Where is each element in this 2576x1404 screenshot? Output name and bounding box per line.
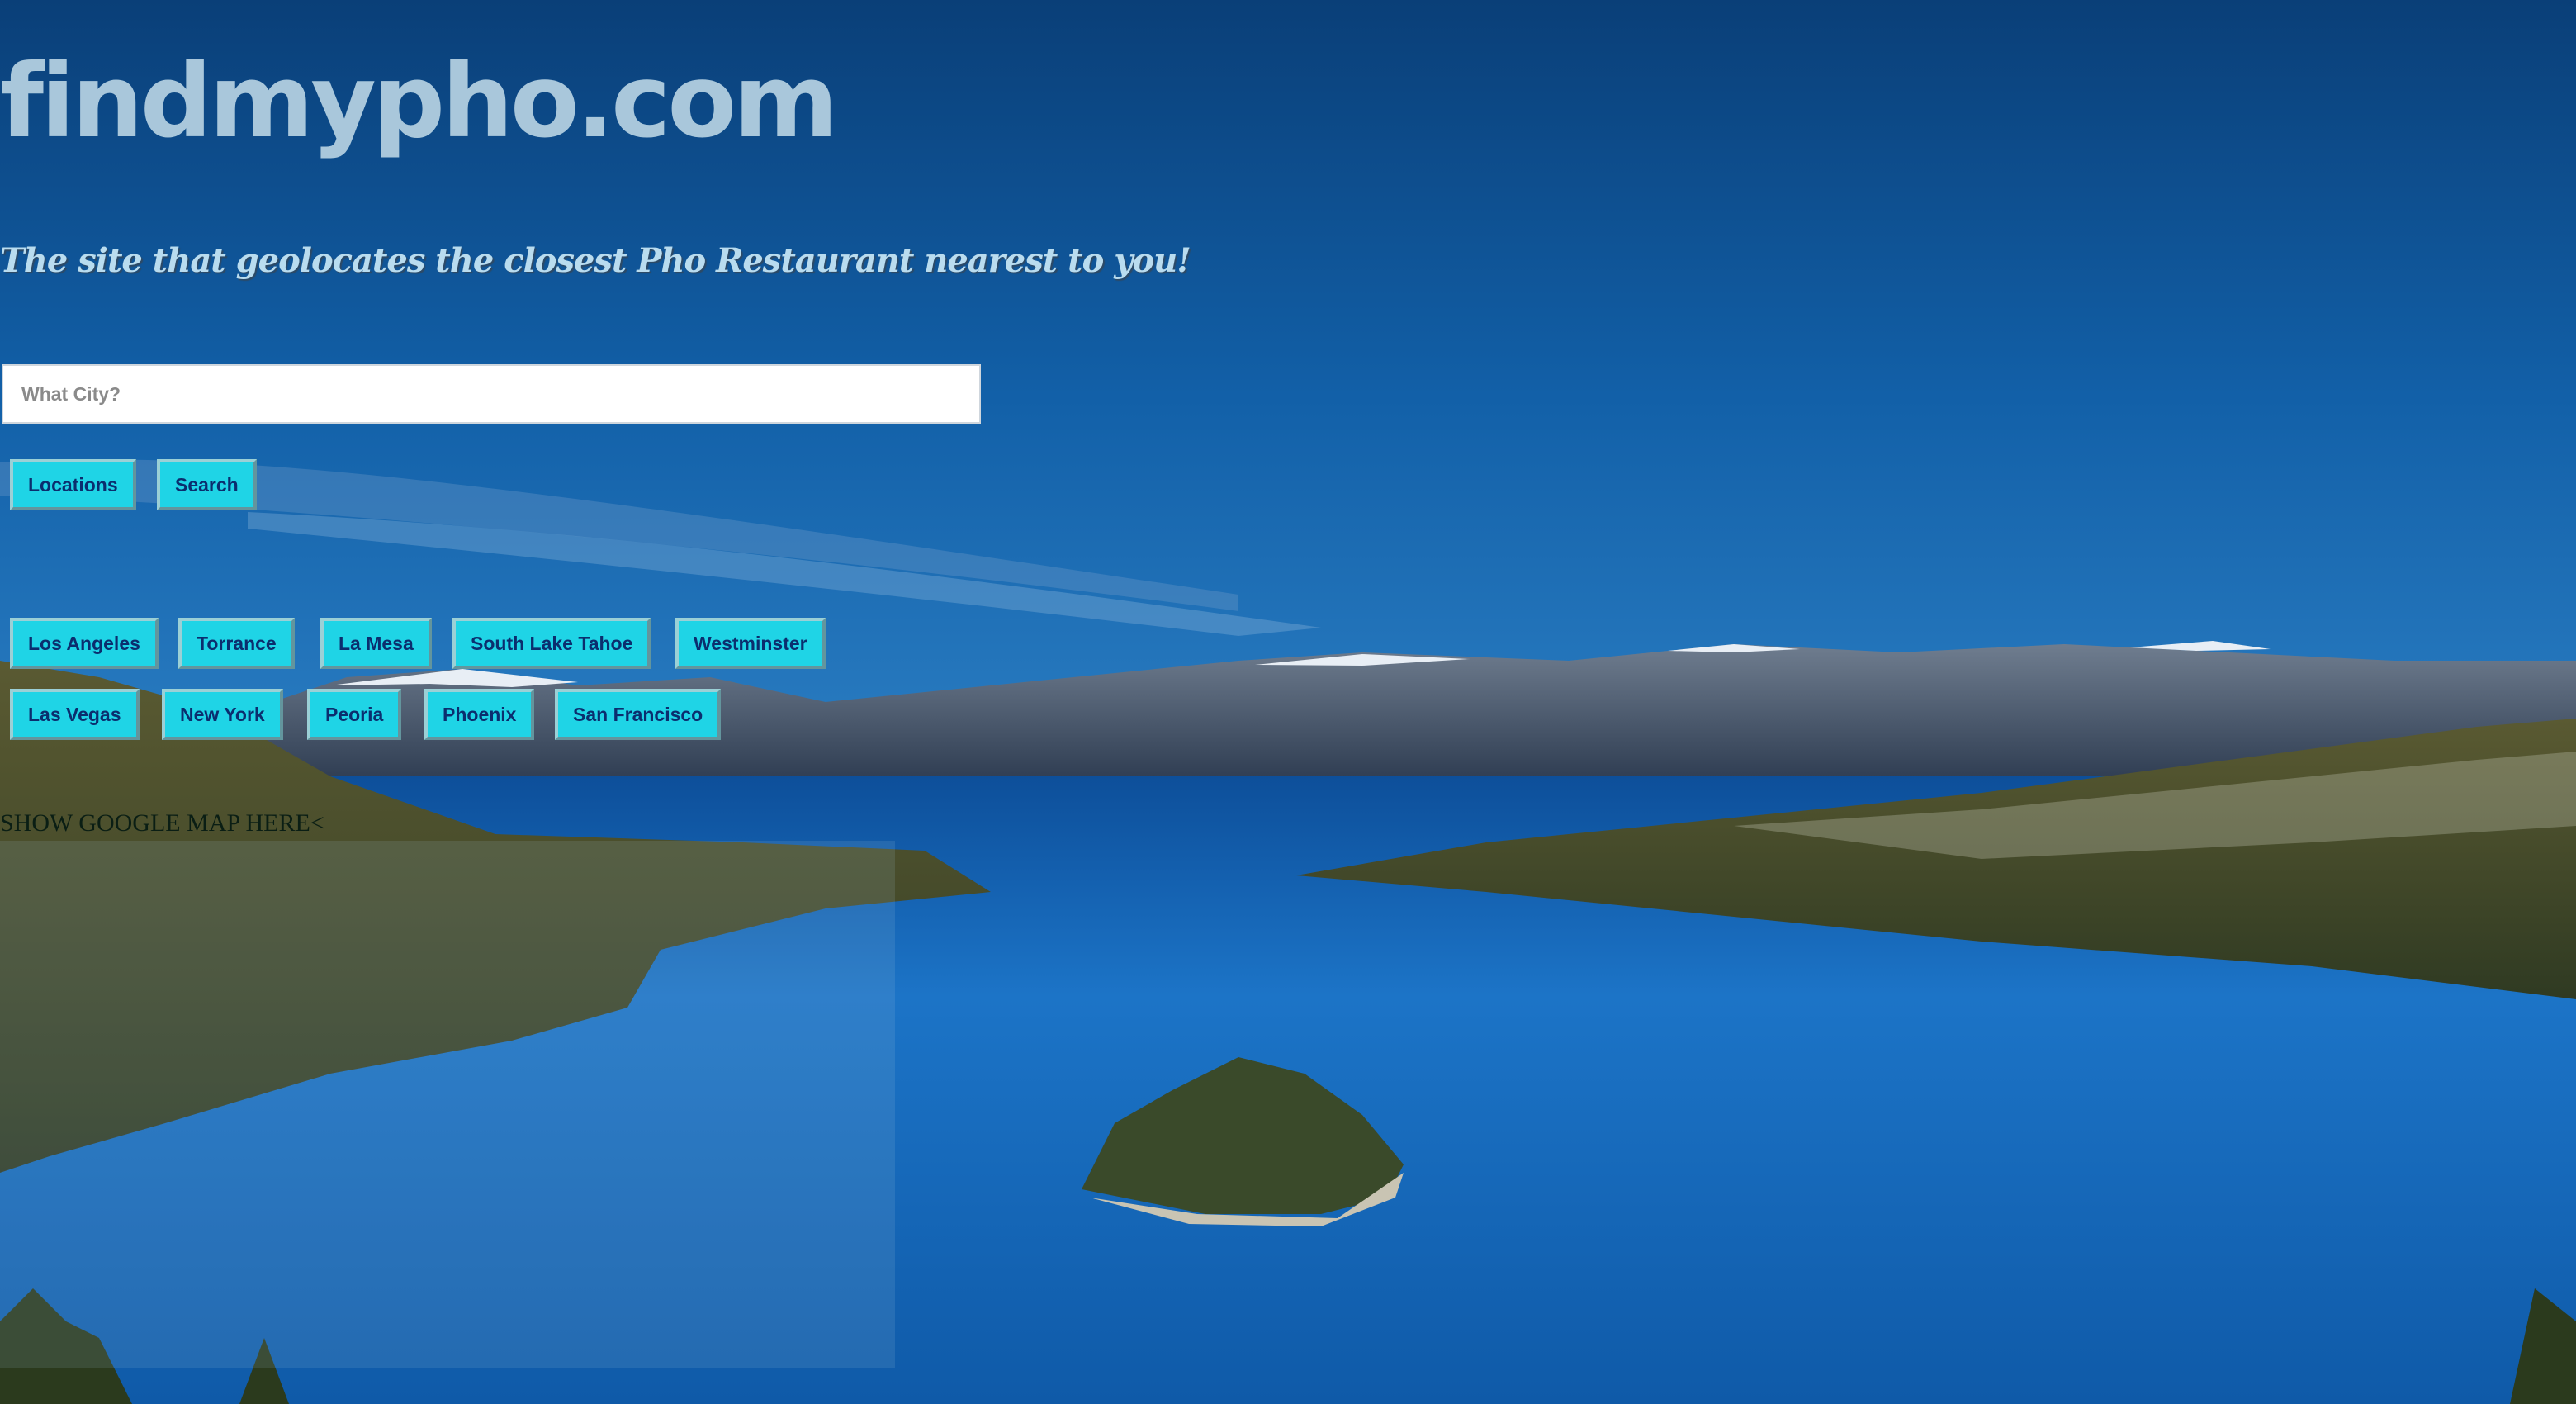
city-button-san-francisco[interactable]: San Francisco (555, 689, 722, 740)
locations-button[interactable]: Locations (10, 459, 136, 510)
search-button[interactable]: Search (157, 459, 257, 510)
map-panel[interactable] (0, 841, 895, 1368)
city-search-input[interactable] (2, 364, 981, 424)
city-button-south-lake-tahoe[interactable]: South Lake Tahoe (452, 618, 651, 669)
city-button-la-mesa[interactable]: La Mesa (320, 618, 432, 669)
site-title: findmypho.com (0, 43, 838, 160)
city-button-los-angeles[interactable]: Los Angeles (10, 618, 159, 669)
city-button-new-york[interactable]: New York (162, 689, 283, 740)
city-button-peoria[interactable]: Peoria (307, 689, 402, 740)
city-button-las-vegas[interactable]: Las Vegas (10, 689, 140, 740)
site-tagline: The site that geolocates the closest Pho… (0, 241, 1191, 280)
city-button-phoenix[interactable]: Phoenix (424, 689, 535, 740)
map-placeholder-label: SHOW GOOGLE MAP HERE< (0, 809, 324, 837)
city-button-torrance[interactable]: Torrance (178, 618, 295, 669)
city-button-westminster[interactable]: Westminster (675, 618, 826, 669)
